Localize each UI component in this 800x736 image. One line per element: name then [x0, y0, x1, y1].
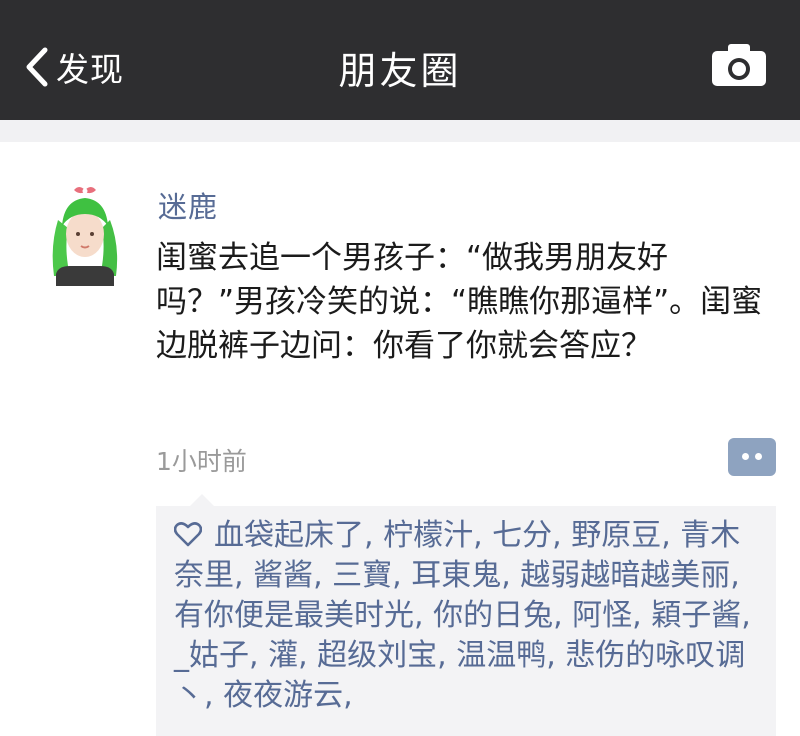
page-title: 朋友圈 — [338, 49, 462, 93]
header-divider — [0, 120, 800, 142]
avatar-illustration — [44, 176, 126, 286]
likes-pointer — [190, 494, 214, 506]
likes-list: 血袋起床了, 柠檬汁, 七分, 野原豆, 青木奈里, 酱酱, 三寶, 耳東鬼, … — [174, 516, 770, 716]
avatar[interactable] — [44, 176, 126, 286]
comment-dots-icon — [755, 453, 762, 460]
camera-icon[interactable] — [710, 42, 768, 88]
top-navbar: 发现 朋友圈 — [0, 0, 800, 120]
comment-dots-icon — [742, 453, 749, 460]
post-author[interactable]: 迷鹿 — [158, 184, 218, 226]
post-text: 闺蜜去追一个男孩子：“做我男朋友好吗？”男孩冷笑的说：“瞧瞧你那逼样”。闺蜜边脱… — [156, 240, 763, 364]
comment-button[interactable] — [728, 438, 776, 476]
heart-outline-icon — [174, 522, 202, 547]
post-time: 1小时前 — [156, 447, 247, 476]
likes-names[interactable]: 血袋起床了, 柠檬汁, 七分, 野原豆, 青木奈里, 酱酱, 三寶, 耳東鬼, … — [174, 518, 751, 713]
